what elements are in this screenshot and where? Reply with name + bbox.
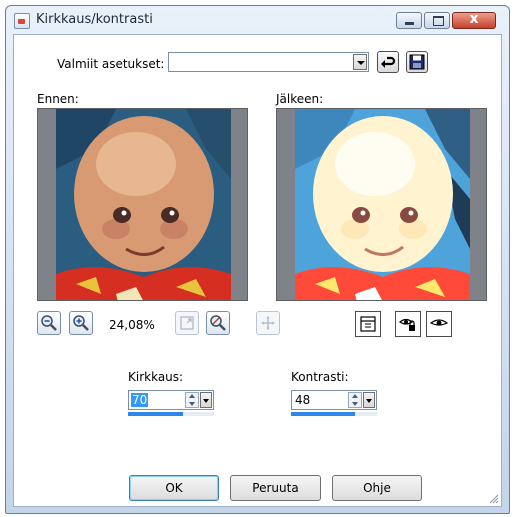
minimize-icon [405, 22, 414, 25]
after-preview[interactable] [276, 108, 487, 301]
zoom-to-fit-button[interactable] [175, 311, 199, 335]
after-preview-image [295, 109, 470, 300]
zoom-out-icon [41, 315, 57, 331]
presets-label: Valmiit asetukset: [57, 57, 165, 71]
brightness-value: 70 [131, 393, 149, 407]
zoom-out-button[interactable] [37, 311, 61, 335]
before-preview[interactable] [37, 108, 248, 301]
cancel-button[interactable]: Peruuta [230, 475, 321, 501]
ok-button[interactable]: OK [129, 475, 219, 501]
zoom-level: 24,08% [109, 318, 155, 332]
maximize-button[interactable] [424, 12, 450, 29]
proof-button[interactable] [426, 311, 452, 337]
before-preview-image [56, 109, 231, 300]
title-bar[interactable]: Kirkkaus/kontrasti x [6, 6, 509, 34]
pan-icon [261, 316, 275, 330]
zoom-in-button[interactable] [69, 311, 93, 335]
chevron-down-icon[interactable] [353, 54, 367, 70]
auto-proof-button[interactable] [395, 311, 421, 337]
resize-grip-icon[interactable] [487, 492, 499, 504]
contrast-value: 48 [295, 393, 311, 407]
reset-preset-button[interactable] [377, 51, 399, 73]
brightness-slider-fill [128, 412, 184, 416]
close-icon: x [469, 11, 479, 27]
chevron-down-icon[interactable] [363, 392, 375, 408]
zoom-in-icon [73, 315, 89, 331]
stepper-arrows-icon[interactable] [348, 392, 362, 408]
contrast-slider-fill [291, 412, 355, 416]
actual-size-icon [210, 315, 226, 331]
before-label: Ennen: [37, 92, 79, 106]
window-title: Kirkkaus/kontrasti [36, 12, 153, 27]
floppy-disk-icon [409, 54, 425, 70]
help-button[interactable]: Ohje [332, 475, 422, 501]
zoom-to-fit-icon [180, 316, 194, 330]
stepper-arrows-icon[interactable] [185, 392, 199, 408]
minimize-button[interactable] [396, 12, 422, 29]
proof-eye-icon [429, 319, 449, 326]
toggle-preview-icon [360, 316, 376, 332]
reset-arrow-icon [381, 56, 396, 68]
pan-button[interactable] [256, 311, 280, 335]
brightness-label: Kirkkaus: [128, 370, 184, 384]
actual-size-button[interactable] [206, 311, 230, 335]
contrast-label: Kontrasti: [291, 370, 349, 384]
chevron-down-icon[interactable] [200, 392, 212, 408]
contrast-slider[interactable] [291, 412, 377, 416]
app-icon [14, 13, 30, 29]
brightness-input[interactable]: 70 [128, 390, 214, 410]
save-preset-button[interactable] [406, 51, 428, 73]
maximize-icon [433, 16, 444, 26]
brightness-slider[interactable] [128, 412, 214, 416]
toggle-preview-button[interactable] [355, 311, 381, 337]
after-label: Jälkeen: [276, 92, 324, 106]
close-button[interactable]: x [452, 11, 496, 29]
contrast-input[interactable]: 48 [291, 390, 377, 410]
auto-proof-icon [398, 318, 415, 331]
dialog-body: Valmiit asetukset: Ennen: Jälkeen: 24,08… [13, 34, 502, 507]
presets-dropdown[interactable] [168, 52, 369, 72]
dialog-window: Kirkkaus/kontrasti x Valmiit asetukset: … [5, 5, 510, 514]
